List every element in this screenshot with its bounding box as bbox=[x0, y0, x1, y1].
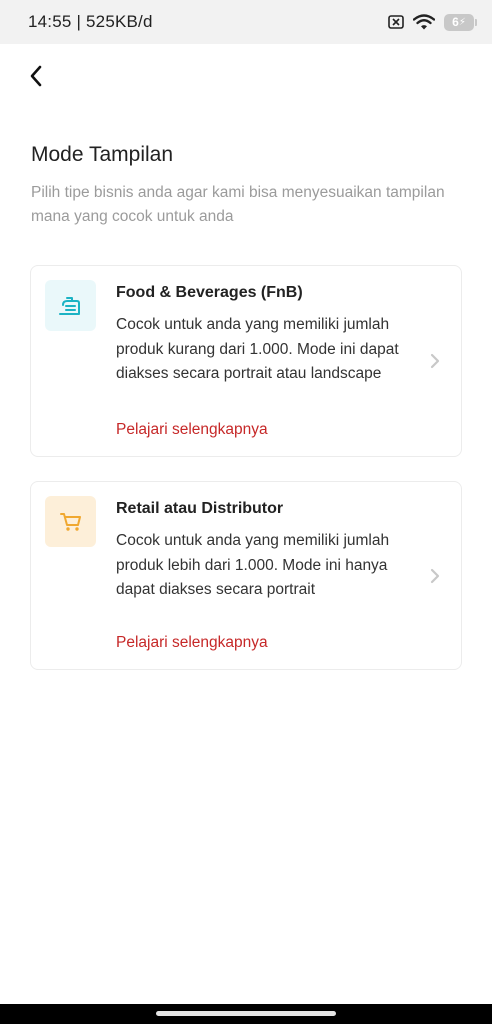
status-time-speed: 14:55 | 525KB/d bbox=[28, 12, 153, 31]
status-icons: 6 ⚡ bbox=[388, 13, 477, 31]
battery-icon: 6 ⚡ bbox=[444, 13, 477, 31]
mode-card-title: Retail atau Distributor bbox=[116, 500, 284, 517]
page-subtitle: Pilih tipe bisnis anda agar kami bisa me… bbox=[31, 184, 445, 225]
mode-card-description: Cocok untuk anda yang memiliki jumlah pr… bbox=[116, 532, 390, 598]
mode-card-title: Food & Beverages (FnB) bbox=[116, 284, 303, 301]
mode-card-retail[interactable]: Retail atau Distributor Cocok untuk anda… bbox=[30, 481, 462, 670]
home-indicator[interactable] bbox=[156, 1011, 336, 1016]
food-tray-icon bbox=[45, 280, 96, 331]
learn-more-link[interactable]: Pelajari selengkapnya bbox=[116, 421, 268, 439]
status-bar: 14:55 | 525KB/d 6 ⚡ bbox=[0, 0, 492, 44]
screen: 14:55 | 525KB/d 6 ⚡ Mode Tampilan Pilih … bbox=[0, 0, 492, 1024]
back-button[interactable] bbox=[22, 60, 50, 92]
system-nav-bar bbox=[0, 1004, 492, 1024]
no-sim-icon bbox=[388, 15, 404, 29]
battery-level: 6 bbox=[452, 15, 459, 29]
chevron-right-icon bbox=[430, 353, 440, 369]
chevron-right-icon bbox=[430, 568, 440, 583]
mode-card-description: Cocok untuk anda yang memiliki jumlah pr… bbox=[116, 316, 399, 382]
chevron-left-icon bbox=[30, 65, 42, 87]
learn-more-link[interactable]: Pelajari selengkapnya bbox=[116, 634, 268, 652]
shopping-cart-icon bbox=[45, 496, 96, 547]
mode-card-fnb[interactable]: Food & Beverages (FnB) Cocok untuk anda … bbox=[30, 265, 462, 457]
page-title: Mode Tampilan bbox=[31, 143, 174, 166]
wifi-icon bbox=[413, 14, 435, 30]
